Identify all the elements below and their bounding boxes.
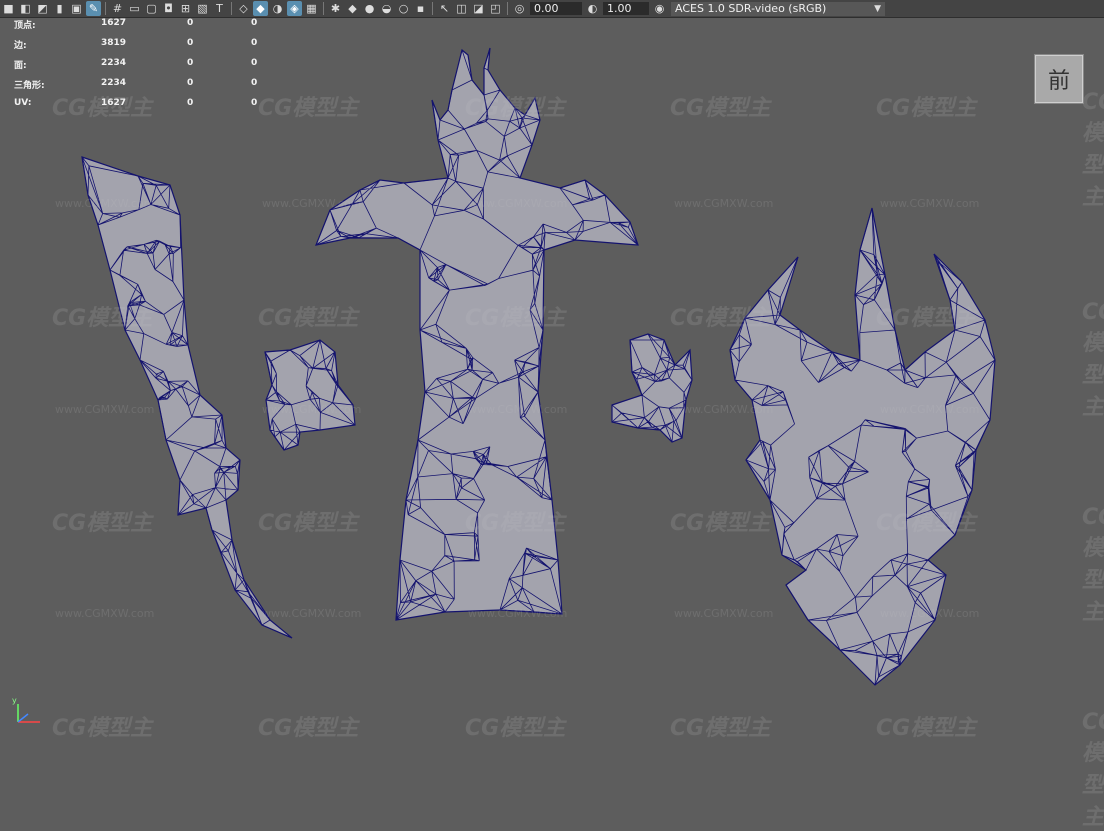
hud-value: 0 [187, 98, 194, 108]
field-chart-icon[interactable]: ⊞ [178, 1, 193, 16]
depth-of-field-icon[interactable]: ▪ [413, 1, 428, 16]
film-gate-icon[interactable]: ▭ [127, 1, 142, 16]
hud-value: 2234 [101, 78, 127, 88]
hud-value: 3819 [101, 38, 127, 48]
hud-value: 0 [251, 78, 258, 88]
poly-count-hud: 顶点: 1627 0 0 边: 3819 0 0 面: 2234 0 0 三角形… [14, 18, 274, 118]
toolbar-separator [231, 2, 232, 15]
hud-value: 0 [251, 58, 258, 68]
multisample-aa-icon[interactable]: ○ [396, 1, 411, 16]
sword-mesh[interactable] [81, 156, 293, 639]
hud-row-triangles: 三角形: 2234 0 0 [14, 78, 274, 98]
camera-lock-icon[interactable]: ◧ [18, 1, 33, 16]
smooth-shade-icon[interactable]: ◆ [253, 1, 268, 16]
robe-mesh[interactable] [315, 47, 639, 621]
hud-value: 0 [187, 78, 194, 88]
image-plane-icon[interactable]: ▣ [69, 1, 84, 16]
chevron-down-icon: ▼ [874, 3, 881, 14]
toolbar-separator [323, 2, 324, 15]
right-glove-mesh[interactable] [611, 333, 693, 443]
hud-value: 0 [251, 18, 258, 28]
bookmark-icon[interactable]: ▮ [52, 1, 67, 16]
shield-mesh[interactable] [729, 207, 996, 686]
mesh-surface [315, 47, 639, 621]
hud-row-edges: 边: 3819 0 0 [14, 38, 274, 58]
hud-value: 1627 [101, 18, 127, 28]
hud-row-faces: 面: 2234 0 0 [14, 58, 274, 78]
hud-value: 0 [187, 58, 194, 68]
toolbar-separator [507, 2, 508, 15]
xray-icon[interactable]: ◫ [454, 1, 469, 16]
axis-arrows-icon [17, 704, 40, 723]
gamma-icon[interactable]: ◐ [585, 1, 600, 16]
isolate-select-icon[interactable]: ↖ [437, 1, 452, 16]
wireframe-icon[interactable]: ◇ [236, 1, 251, 16]
mesh-surface [81, 156, 293, 639]
color-management-icon[interactable]: ◉ [652, 1, 667, 16]
xray-components-icon[interactable]: ◰ [488, 1, 503, 16]
resolution-gate-icon[interactable]: ▢ [144, 1, 159, 16]
shadows-icon[interactable]: ◆ [345, 1, 360, 16]
textured-icon[interactable]: ▦ [304, 1, 319, 16]
color-space-dropdown[interactable]: ACES 1.0 SDR-video (sRGB) ▼ [671, 1, 885, 16]
hud-value: 0 [187, 38, 194, 48]
exposure-icon[interactable]: ◎ [512, 1, 527, 16]
camera-icon[interactable]: ■ [1, 1, 16, 16]
grease-pencil-icon[interactable]: ✎ [86, 1, 101, 16]
hud-value: 0 [251, 38, 258, 48]
toolbar-icon-group: ■ ◧ ◩ ▮ ▣ ✎ # ▭ ▢ ◘ ⊞ ▧ T ◇ ◆ ◑ ◈ ▦ ✱ ◆ ● ◒ ○ ▪ ↖ ◫ ◪ ◰ ◎ [0, 1, 528, 16]
hud-label: 面: [14, 61, 27, 71]
wireframe-on-shaded-icon[interactable]: ◈ [287, 1, 302, 16]
safe-title-icon[interactable]: T [212, 1, 227, 16]
hud-label: 顶点: [14, 21, 36, 31]
axis-gizmo: y [12, 696, 44, 726]
color-space-label: ACES 1.0 SDR-video (sRGB) [675, 1, 827, 15]
exposure-field[interactable]: 0.00 [530, 2, 582, 15]
hud-row-uvs: UV: 1627 0 0 [14, 98, 274, 118]
view-cube[interactable]: 前 [1034, 54, 1084, 104]
hud-label: 三角形: [14, 81, 45, 91]
mesh-surface [729, 207, 996, 686]
grid-icon[interactable]: # [110, 1, 125, 16]
default-material-icon[interactable]: ◑ [270, 1, 285, 16]
screen-space-ao-icon[interactable]: ● [362, 1, 377, 16]
safe-action-icon[interactable]: ▧ [195, 1, 210, 16]
toolbar-separator [105, 2, 106, 15]
use-all-lights-icon[interactable]: ✱ [328, 1, 343, 16]
hud-label: 边: [14, 41, 27, 51]
viewport-toolbar: ■ ◧ ◩ ▮ ▣ ✎ # ▭ ▢ ◘ ⊞ ▧ T ◇ ◆ ◑ ◈ ▦ ✱ ◆ ● ◒ ○ ▪ ↖ ◫ ◪ ◰ ◎ 0.00 ◐ 1.0… [0, 0, 1104, 18]
motion-blur-icon[interactable]: ◒ [379, 1, 394, 16]
view-cube-face-label: 前 [1047, 69, 1070, 94]
hud-row-vertices: 顶点: 1627 0 0 [14, 18, 274, 38]
hud-label: UV: [14, 98, 32, 108]
hud-value: 0 [187, 18, 194, 28]
left-glove-mesh[interactable] [264, 339, 356, 451]
gamma-field[interactable]: 1.00 [603, 2, 649, 15]
xray-joints-icon[interactable]: ◪ [471, 1, 486, 16]
axis-y-label: y [12, 696, 17, 705]
gate-mask-icon[interactable]: ◘ [161, 1, 176, 16]
hud-value: 1627 [101, 98, 127, 108]
camera-attributes-icon[interactable]: ◩ [35, 1, 50, 16]
hud-value: 2234 [101, 58, 127, 68]
toolbar-separator [432, 2, 433, 15]
hud-value: 0 [251, 98, 258, 108]
